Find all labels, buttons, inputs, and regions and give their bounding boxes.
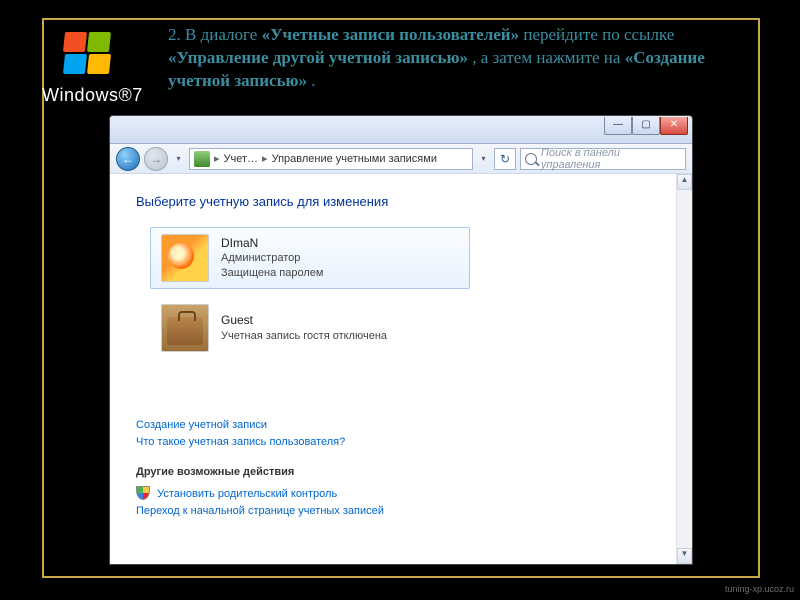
search-input[interactable]: Поиск в панели управления	[520, 148, 686, 170]
close-button[interactable]: ✕	[660, 117, 688, 135]
go-home-link[interactable]: Переход к начальной странице учетных зап…	[136, 505, 650, 517]
breadcrumb-crumb2[interactable]: Управление учетными записями	[272, 153, 437, 165]
scroll-track[interactable]	[677, 190, 692, 548]
breadcrumb-sep: ▸	[214, 152, 220, 165]
breadcrumb-sep: ▸	[262, 152, 268, 165]
instr-prefix: 2. В диалоге	[168, 25, 262, 44]
navigation-bar: ← → ▾ ▸ Учет… ▸ Управление учетными запи…	[110, 144, 692, 174]
breadcrumb-crumb1[interactable]: Учет…	[224, 153, 259, 165]
links-section: Создание учетной записи Что такое учетна…	[136, 419, 650, 517]
avatar-flower-icon	[161, 234, 209, 282]
account-info: Guest Учетная запись гостя отключена	[221, 312, 387, 343]
search-icon	[525, 153, 537, 165]
parental-control-label: Установить родительский контроль	[157, 488, 337, 500]
instr-bold2: «Управление другой учетной записью»	[168, 48, 468, 67]
create-account-link[interactable]: Создание учетной записи	[136, 419, 650, 431]
instr-mid2: , а затем нажмите на	[472, 48, 624, 67]
scroll-down-button[interactable]: ▼	[677, 548, 692, 564]
account-status: Защищена паролем	[221, 266, 323, 281]
back-button[interactable]: ←	[116, 147, 140, 171]
account-status: Учетная запись гостя отключена	[221, 329, 387, 344]
nav-history-dropdown[interactable]: ▾	[172, 148, 185, 170]
account-name: DImaN	[221, 235, 323, 251]
search-placeholder: Поиск в панели управления	[541, 147, 681, 171]
account-info: DImaN Администратор Защищена паролем	[221, 235, 323, 281]
window-titlebar[interactable]: — ▢ ✕	[110, 116, 692, 144]
shield-icon	[136, 486, 150, 500]
instr-bold1: «Учетные записи пользователей»	[262, 25, 520, 44]
account-role: Администратор	[221, 251, 323, 266]
user-accounts-window: — ▢ ✕ ← → ▾ ▸ Учет… ▸ Управление учетным…	[109, 115, 693, 565]
page-heading: Выберите учетную запись для изменения	[136, 194, 650, 209]
what-is-account-link[interactable]: Что такое учетная запись пользователя?	[136, 436, 650, 448]
control-panel-icon	[194, 151, 210, 167]
account-item-guest[interactable]: Guest Учетная запись гостя отключена	[150, 297, 470, 359]
address-dropdown[interactable]: ▾	[477, 148, 490, 170]
scroll-up-button[interactable]: ▲	[677, 174, 692, 190]
instruction-text: 2. В диалоге «Учетные записи пользовател…	[168, 24, 728, 93]
forward-button[interactable]: →	[144, 147, 168, 171]
window-content: Выберите учетную запись для изменения DI…	[110, 174, 676, 564]
refresh-button[interactable]: ↻	[494, 148, 516, 170]
instr-suffix: .	[311, 71, 315, 90]
minimize-button[interactable]: —	[604, 117, 632, 135]
account-name: Guest	[221, 312, 387, 328]
other-actions-heading: Другие возможные действия	[136, 466, 650, 478]
windows7-wordmark: Windows®7	[42, 85, 143, 106]
parental-control-link[interactable]: Установить родительский контроль	[136, 486, 650, 500]
address-breadcrumb[interactable]: ▸ Учет… ▸ Управление учетными записями	[189, 148, 473, 170]
maximize-button[interactable]: ▢	[632, 117, 660, 135]
windows-logo-icon	[62, 32, 114, 78]
watermark-text: tuning-xp.ucoz.ru	[725, 584, 794, 594]
avatar-suitcase-icon	[161, 304, 209, 352]
accounts-list: DImaN Администратор Защищена паролем Gue…	[150, 227, 650, 359]
vertical-scrollbar[interactable]: ▲ ▼	[676, 174, 692, 564]
account-item-diman[interactable]: DImaN Администратор Защищена паролем	[150, 227, 470, 289]
instr-mid1: перейдите по ссылке	[523, 25, 674, 44]
